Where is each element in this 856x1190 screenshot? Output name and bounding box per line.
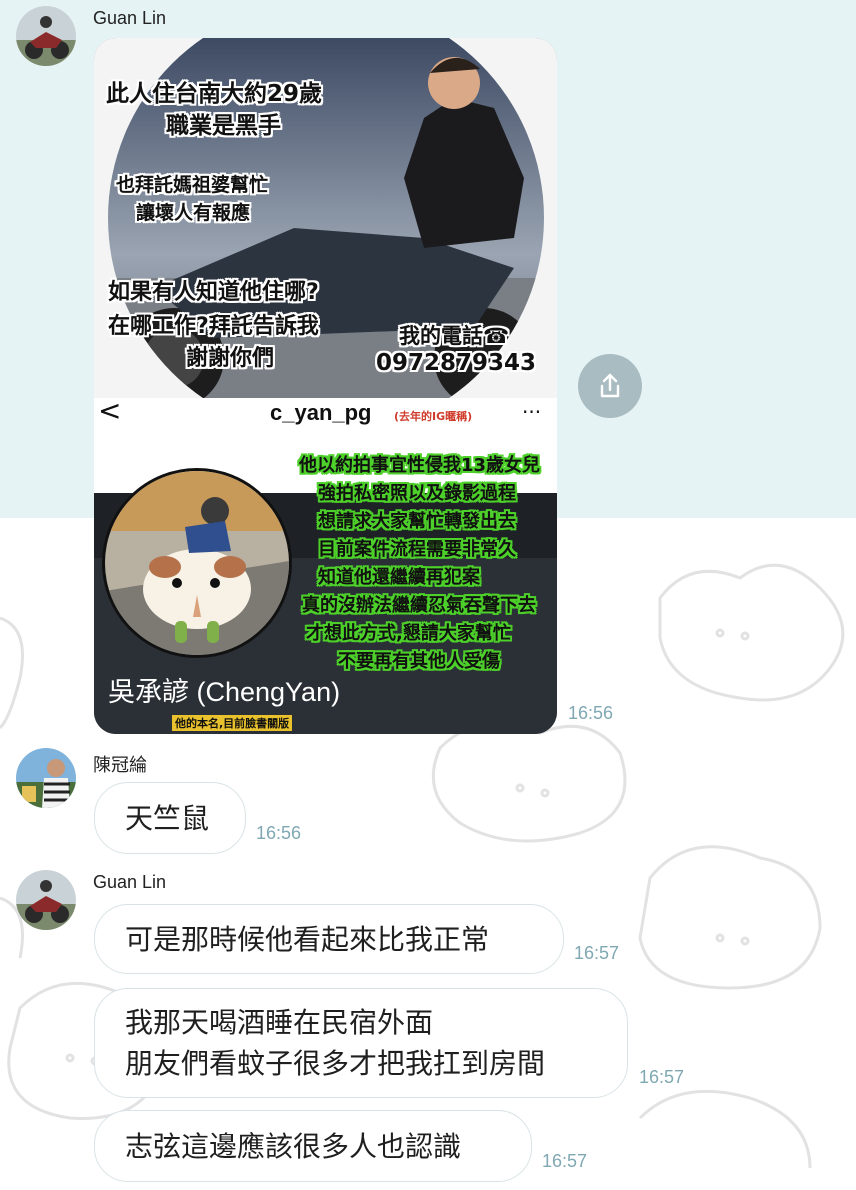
poster-green-line: 目前案件流程需要非常久 [318, 539, 516, 560]
sender-name: Guan Lin [93, 8, 167, 28]
message-text: 可是那時候他看起來比我正常 [125, 922, 490, 956]
poster-green-line: 想請求大家幫忙轉發出去 [318, 511, 516, 532]
poster-green-line: 不要再有其他人受傷 [338, 651, 500, 672]
message-bubble[interactable]: 志弦這邊應該很多人也認識 [94, 1110, 532, 1182]
message-time: 16:56 [256, 823, 302, 843]
message-bubble[interactable]: 我那天喝酒睡在民宿外面 朋友們看蚊子很多才把我扛到房間 [94, 988, 628, 1098]
poster-green-line: 他以約拍事宜性侵我13歲女兒 [299, 455, 541, 476]
poster-text-line: 也拜託媽祖婆幫忙 [116, 174, 269, 196]
poster-text-line: 此人住台南大約29歲 [106, 81, 323, 107]
message-text: 志弦這邊應該很多人也認識 [125, 1129, 462, 1163]
image-message[interactable]: 此人住台南大約29歲 職業是黑手 也拜託媽祖婆幫忙 讓壞人有報應 如果有人知道他… [94, 38, 557, 734]
message-bubble[interactable]: 可是那時候他看起來比我正常 [94, 904, 564, 974]
message-text: 天竺鼠 [125, 801, 210, 835]
poster-text-line: 如果有人知道他住哪? [108, 280, 319, 305]
ig-back-icon: < [98, 394, 122, 427]
poster-green-line: 強拍私密照以及錄影過程 [318, 483, 516, 504]
avatar-guan-lin[interactable] [16, 6, 76, 66]
poster-phone-label: 我的電話☎ [399, 324, 510, 348]
message-time: 16:56 [568, 703, 614, 723]
poster-display-name-note: 他的本名,目前臉書關版 [172, 715, 293, 731]
sender-name: Guan Lin [93, 872, 167, 892]
message-time: 16:57 [574, 943, 620, 963]
ig-username: c_yan_pg [270, 400, 372, 425]
ig-username-note: (去年的IG暱稱) [394, 410, 473, 423]
message-text: 我那天喝酒睡在民宿外面 朋友們看蚊子很多才把我扛到房間 [125, 1006, 546, 1080]
poster-green-line: 知道他還繼續再犯案 [318, 567, 480, 588]
sender-name: 陳冠綸 [93, 755, 147, 775]
share-icon [600, 373, 620, 398]
poster-display-name: 吳承諺 (ChengYan) [108, 677, 341, 707]
avatar-chen-guan-lun[interactable] [16, 748, 76, 808]
profile-picture [102, 468, 292, 658]
poster-text-line: 職業是黑手 [166, 113, 281, 139]
share-button[interactable] [578, 354, 642, 418]
ig-more-icon: ··· [522, 400, 542, 424]
message-time: 16:57 [639, 1067, 685, 1087]
poster-green-line: 才想此方式,懇請大家幫忙 [306, 623, 511, 644]
poster-text-line: 謝謝你們 [186, 346, 275, 371]
message-time: 16:57 [542, 1151, 588, 1171]
poster-phone-number: 0972879343 [376, 350, 537, 376]
poster-text-line: 讓壞人有報應 [136, 202, 251, 224]
message-bubble[interactable]: 天竺鼠 [94, 782, 246, 854]
poster-text-line: 在哪工作?拜託告訴我 [108, 314, 319, 339]
avatar-guan-lin[interactable] [16, 870, 76, 930]
poster-green-line: 真的沒辦法繼續忍氣吞聲下去 [302, 595, 536, 616]
